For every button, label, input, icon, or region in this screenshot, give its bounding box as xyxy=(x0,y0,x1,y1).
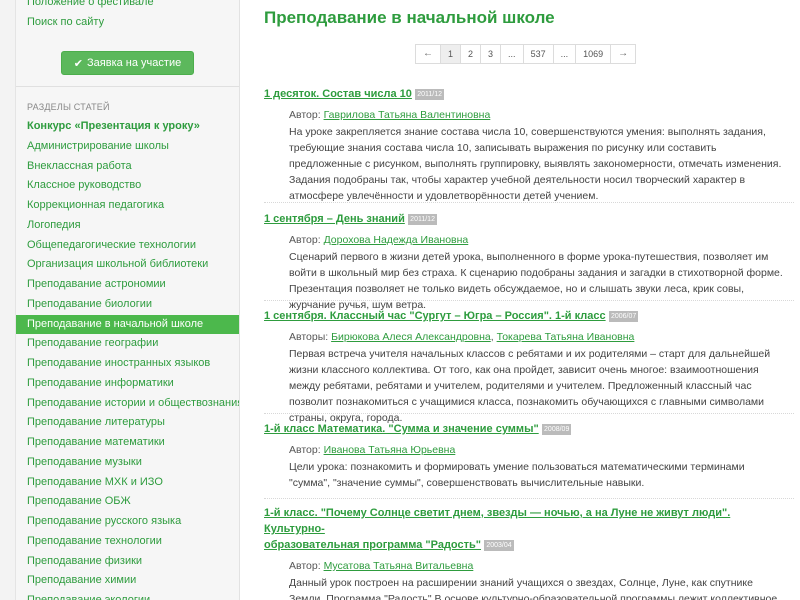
sidebar-link-site-search[interactable]: Поиск по сайту xyxy=(16,12,239,32)
author-link[interactable]: Бирюкова Алеся Александровна xyxy=(331,331,491,343)
sidebar-item-chemistry[interactable]: Преподавание химии xyxy=(16,571,239,591)
article-divider xyxy=(264,413,794,414)
sections-header: РАЗДЕЛЫ СТАТЕЙ xyxy=(27,102,110,112)
sidebar-item-literature[interactable]: Преподавание литературы xyxy=(16,413,239,433)
left-edge-strip xyxy=(0,0,16,600)
article-title-link[interactable]: 1 десяток. Состав числа 10 xyxy=(264,88,412,100)
sidebar-item-correctional-pedagogy[interactable]: Коррекционная педагогика xyxy=(16,196,239,216)
sidebar-item-primary-school[interactable]: Преподавание в начальной школе xyxy=(16,314,239,335)
article-author-line: Автор: Гаврилова Татьяна Валентиновна xyxy=(289,108,794,122)
sidebar-link-festival-rules[interactable]: Положение о фестивале xyxy=(16,0,239,12)
check-icon: ✔ xyxy=(73,57,84,70)
article-author-line: Автор: Мусатова Татьяна Витальевна xyxy=(289,559,794,573)
sidebar-item-informatics[interactable]: Преподавание информатики xyxy=(16,374,239,394)
article-item: 1-й класс. "Почему Солнце светит днем, з… xyxy=(264,505,794,600)
article-item: 1 десяток. Состав числа 10 2011/12 Автор… xyxy=(264,86,794,204)
page-3-button[interactable]: 3 xyxy=(480,44,502,64)
sidebar-item-contest[interactable]: Конкурс «Презентация к уроку» xyxy=(16,117,239,137)
page-ellipsis: ... xyxy=(500,44,524,64)
author-link[interactable]: Иванова Татьяна Юрьевна xyxy=(324,444,456,456)
sidebar-item-library[interactable]: Организация школьной библиотеки xyxy=(16,255,239,275)
author-label: Автор: xyxy=(289,234,321,246)
pagination: ← 1 2 3 ... 537 ... 1069 → xyxy=(415,44,637,64)
sidebar-item-math[interactable]: Преподавание математики xyxy=(16,433,239,453)
sidebar-item-music[interactable]: Преподавание музыки xyxy=(16,453,239,473)
sidebar-item-history[interactable]: Преподавание истории и обществознания xyxy=(16,394,239,414)
article-description: Цели урока: познакомить и формировать ум… xyxy=(289,461,745,489)
cta-section: ✔ Заявка на участие xyxy=(16,38,239,87)
page-2-button[interactable]: 2 xyxy=(460,44,482,64)
sidebar-item-foreign-languages[interactable]: Преподавание иностранных языков xyxy=(16,354,239,374)
year-badge: 2011/12 xyxy=(415,89,445,100)
article-description: На уроке закрепляется знание состава чис… xyxy=(289,126,782,202)
article-title-link[interactable]: 1-й класс Математика. "Сумма и значение … xyxy=(264,423,539,435)
page-title: Преподавание в начальной школе xyxy=(264,8,555,27)
article-item: 1 сентября – День знаний 2011/12 Автор: … xyxy=(264,211,794,313)
article-title-link[interactable]: 1 сентября – День знаний xyxy=(264,213,405,225)
sidebar: Положение о фестивале Поиск по сайту ✔ З… xyxy=(16,0,240,600)
article-divider xyxy=(264,202,794,203)
author-link[interactable]: Мусатова Татьяна Витальевна xyxy=(324,560,474,572)
sidebar-item-extracurricular[interactable]: Внеклассная работа xyxy=(16,157,239,177)
author-label: Автор: xyxy=(289,444,321,456)
sidebar-item-technology[interactable]: Преподавание технологии xyxy=(16,532,239,552)
article-author-line: Авторы: Бирюкова Алеся Александровна, То… xyxy=(289,330,794,344)
author-label: Авторы: xyxy=(289,331,329,343)
page-537-button[interactable]: 537 xyxy=(522,44,554,64)
year-badge: 2008/09 xyxy=(542,424,572,435)
article-divider xyxy=(264,498,794,499)
article-author-line: Автор: Дорохова Надежда Ивановна xyxy=(289,233,794,247)
article-item: 1-й класс Математика. "Сумма и значение … xyxy=(264,421,794,491)
article-author-line: Автор: Иванова Татьяна Юрьевна xyxy=(289,443,794,457)
author-link[interactable]: Гаврилова Татьяна Валентиновна xyxy=(324,109,491,121)
sidebar-item-geography[interactable]: Преподавание географии xyxy=(16,334,239,354)
article-title-link[interactable]: 1-й класс. "Почему Солнце светит днем, з… xyxy=(264,507,730,535)
sidebar-item-obzh[interactable]: Преподавание ОБЖ xyxy=(16,492,239,512)
page-1069-button[interactable]: 1069 xyxy=(575,44,612,64)
year-badge: 2006/07 xyxy=(608,311,639,322)
author-link[interactable]: Токарева Татьяна Ивановна xyxy=(497,331,635,343)
page-ellipsis: ... xyxy=(552,44,577,64)
apply-button[interactable]: ✔ Заявка на участие xyxy=(60,51,195,75)
author-link[interactable]: Дорохова Надежда Ивановна xyxy=(324,234,469,246)
sidebar-item-class-guidance[interactable]: Классное руководство xyxy=(16,176,239,196)
sidebar-item-general-tech[interactable]: Общепедагогические технологии xyxy=(16,236,239,256)
sidebar-item-biology[interactable]: Преподавание биологии xyxy=(16,295,239,315)
page-1-button[interactable]: 1 xyxy=(440,44,462,64)
next-page-button[interactable]: → xyxy=(610,44,637,64)
sidebar-item-astronomy[interactable]: Преподавание астрономии xyxy=(16,275,239,295)
article-divider xyxy=(264,300,794,301)
prev-page-button[interactable]: ← xyxy=(415,44,441,64)
year-badge: 2011/12 xyxy=(408,214,437,225)
article-description: Данный урок построен на расширении знани… xyxy=(289,577,778,600)
sidebar-item-ecology[interactable]: Преподавание экологии xyxy=(16,591,239,600)
year-badge: 2003/04 xyxy=(484,540,514,551)
apply-button-label: Заявка на участие xyxy=(87,57,182,69)
author-label: Автор: xyxy=(289,560,321,572)
sidebar-item-russian[interactable]: Преподавание русского языка xyxy=(16,512,239,532)
article-description: Сценарий первого в жизни детей урока, вы… xyxy=(289,251,783,311)
sidebar-item-speech-therapy[interactable]: Логопедия xyxy=(16,216,239,236)
sidebar-item-art[interactable]: Преподавание МХК и ИЗО xyxy=(16,473,239,493)
article-title-link[interactable]: образовательная программа "Радость" xyxy=(264,539,481,551)
article-title-link[interactable]: 1 сентября. Классный час "Сургут – Югра … xyxy=(264,310,606,322)
sidebar-item-physics[interactable]: Преподавание физики xyxy=(16,552,239,572)
author-label: Автор: xyxy=(289,109,321,121)
article-item: 1 сентября. Классный час "Сургут – Югра … xyxy=(264,308,794,426)
article-description: Первая встреча учителя начальных классов… xyxy=(289,348,771,424)
sidebar-item-school-admin[interactable]: Администрирование школы xyxy=(16,137,239,157)
main-content: Преподавание в начальной школе ← 1 2 3 .… xyxy=(264,0,794,600)
